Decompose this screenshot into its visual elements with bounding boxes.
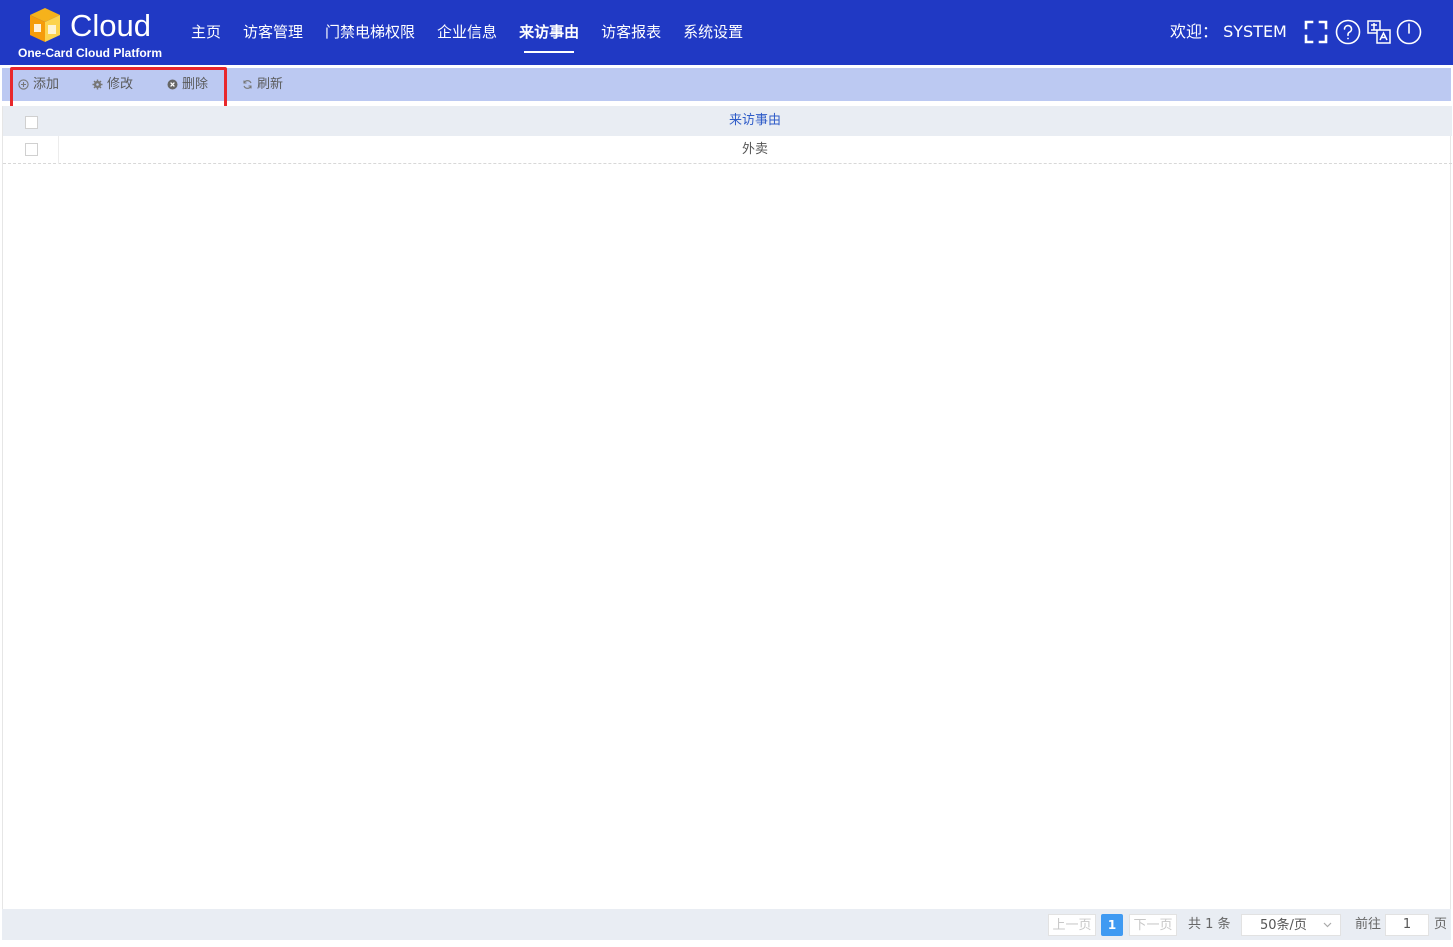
refresh-button[interactable]: 刷新 — [242, 68, 283, 101]
logo-box-icon — [30, 8, 60, 42]
nav-item-company-info[interactable]: 企业信息 — [426, 0, 508, 65]
nav-item-system-settings[interactable]: 系统设置 — [672, 0, 754, 65]
welcome-text: 欢迎： SYSTEM — [1170, 22, 1287, 41]
total-count: 共 1 条 — [1188, 917, 1231, 932]
chevron-down-icon — [1323, 922, 1332, 928]
data-table: 来访事由 外卖 — [2, 106, 1452, 909]
help-icon[interactable] — [1335, 19, 1361, 45]
select-all-checkbox[interactable] — [25, 116, 38, 129]
refresh-button-label: 刷新 — [257, 77, 284, 92]
nav-item-visitor-report[interactable]: 访客报表 — [590, 0, 672, 65]
nav-item-visitor-management[interactable]: 访客管理 — [232, 0, 314, 65]
table-cell: 外卖 — [741, 142, 768, 157]
row-checkbox[interactable] — [25, 143, 38, 156]
goto-page-input[interactable] — [1385, 914, 1429, 936]
current-page[interactable]: 1 — [1101, 914, 1123, 936]
fullscreen-icon[interactable] — [1303, 19, 1329, 45]
power-icon[interactable] — [1396, 19, 1422, 45]
page-size-select[interactable]: 50条/页 — [1241, 914, 1341, 936]
page-size-value: 50条/页 — [1260, 918, 1307, 933]
nav-item-home[interactable]: 主页 — [180, 0, 232, 65]
language-icon[interactable] — [1366, 19, 1392, 45]
pagination: 上一页 1 下一页 共 1 条 50条/页 前往 页 — [2, 909, 1451, 940]
logo-brand: Cloud — [70, 8, 151, 43]
table-header: 来访事由 — [3, 106, 1452, 136]
refresh-icon — [243, 80, 252, 89]
logo-subtitle: One-Card Cloud Platform — [18, 46, 163, 60]
logo: Cloud One-Card Cloud Platform — [18, 6, 178, 62]
top-header: Cloud One-Card Cloud Platform 主页 访客管理 门禁… — [0, 0, 1453, 65]
page-suffix: 页 — [1434, 917, 1448, 932]
main-nav: 主页 访客管理 门禁电梯权限 企业信息 来访事由 访客报表 系统设置 — [180, 0, 754, 65]
table-row[interactable]: 外卖 — [3, 136, 1452, 164]
prev-page-button[interactable]: 上一页 — [1048, 914, 1096, 936]
next-page-button[interactable]: 下一页 — [1129, 914, 1177, 936]
column-header-visit-reason[interactable]: 来访事由 — [58, 106, 1452, 136]
goto-label: 前往 — [1355, 917, 1382, 932]
nav-item-visit-reason[interactable]: 来访事由 — [508, 0, 590, 65]
nav-item-access-elevator[interactable]: 门禁电梯权限 — [314, 0, 426, 65]
